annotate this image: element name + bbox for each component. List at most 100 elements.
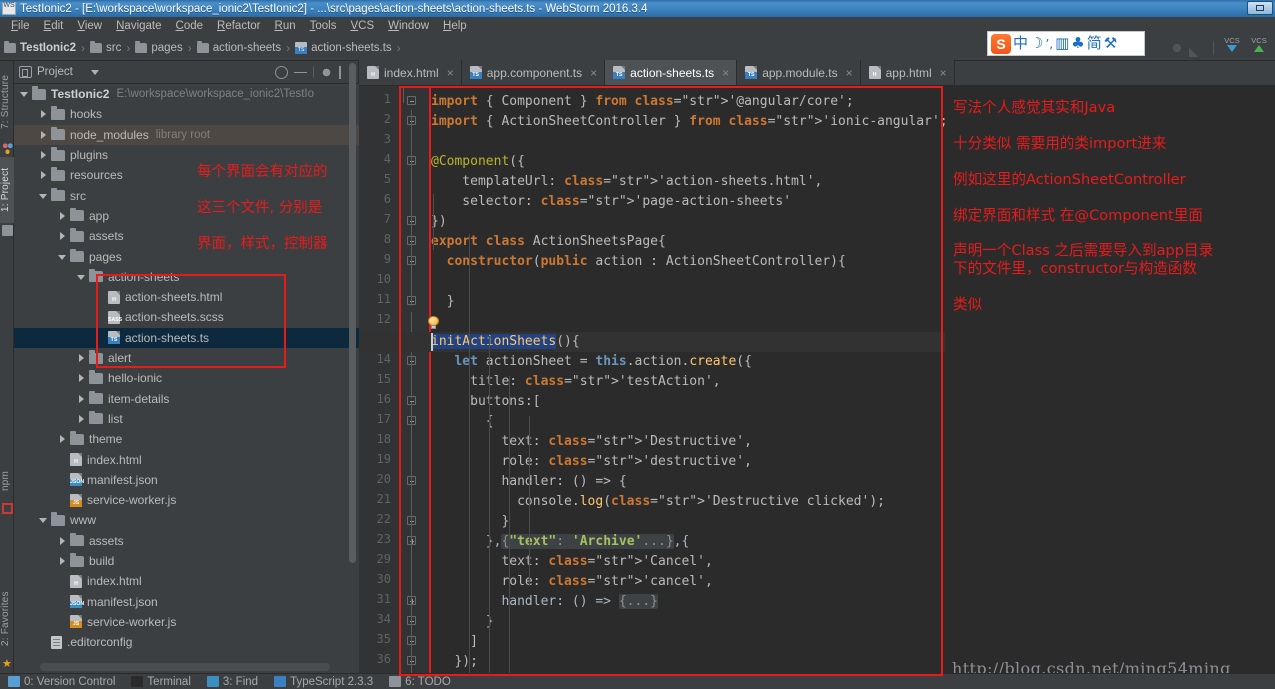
menu-item-edit[interactable]: Edit — [37, 19, 71, 33]
tree-node-action-sheets-scss[interactable]: SASS action-sheets.scss — [14, 307, 359, 327]
chevron-right-icon[interactable] — [39, 150, 49, 160]
breadcrumb-item-action-sheets[interactable]: action-sheets — [196, 40, 281, 54]
moon-icon[interactable]: ☽ — [1030, 36, 1043, 51]
chevron-down-icon[interactable] — [90, 69, 99, 75]
tool-window-tab-7--structure[interactable]: 7: Structure — [0, 63, 14, 141]
code-fold-minus-icon[interactable] — [407, 96, 416, 105]
coverage-icon[interactable] — [1189, 39, 1207, 57]
chevron-down-icon[interactable] — [39, 191, 49, 201]
settings-gear-icon[interactable] — [320, 65, 333, 79]
menu-item-view[interactable]: View — [70, 19, 109, 33]
tree-node-assets[interactable]: assets — [14, 531, 359, 551]
sogou-input-method-bar[interactable]: S 中 ☽ ʼ, ▥ ♣ 简 ⚒ — [987, 31, 1145, 56]
tree-node-build[interactable]: build — [14, 551, 359, 571]
tree-vertical-scrollbar[interactable] — [349, 63, 356, 563]
chevron-right-icon[interactable] — [39, 109, 49, 119]
chinese-mode-icon[interactable]: 中 — [1013, 36, 1028, 51]
menu-item-window[interactable]: Window — [381, 19, 436, 33]
menu-item-run[interactable]: Run — [268, 19, 303, 33]
editor-tab-index-html[interactable]: Hindex.html × — [359, 60, 462, 85]
close-icon[interactable]: × — [940, 66, 947, 80]
menu-item-refactor[interactable]: Refactor — [210, 19, 267, 33]
tree-horizontal-scrollbar[interactable] — [40, 663, 330, 671]
lightbulb-icon[interactable] — [427, 316, 440, 330]
tree-node-item-details[interactable]: item-details — [14, 389, 359, 409]
chevron-right-icon[interactable] — [58, 434, 68, 444]
editor-tab-app-module-ts[interactable]: TS app.module.ts × — [737, 60, 861, 85]
breadcrumb-item-action-sheets-ts[interactable]: action-sheets.ts — [295, 41, 392, 54]
skin-icon[interactable]: ♣ — [1071, 36, 1084, 51]
close-icon[interactable]: × — [590, 66, 597, 80]
tool-window-tab-npm[interactable]: npm — [0, 461, 14, 501]
menu-item-tools[interactable]: Tools — [303, 19, 344, 33]
tree-node-hooks[interactable]: hooks — [14, 104, 359, 124]
tree-node-service-worker-js[interactable]: JS service-worker.js — [14, 490, 359, 510]
tree-node-action-sheets-ts[interactable]: TS action-sheets.ts — [14, 327, 359, 348]
tool-window-tab-1--project[interactable]: 1: Project — [0, 157, 14, 223]
tree-node-service-worker-js[interactable]: JS service-worker.js — [14, 612, 359, 632]
chevron-right-icon[interactable] — [39, 130, 49, 140]
chevron-down-icon[interactable] — [39, 515, 49, 525]
tree-node-list[interactable]: list — [14, 409, 359, 429]
chevron-right-icon[interactable] — [77, 373, 87, 383]
tree-node-testionic2[interactable]: TestIonic2 E:\workspace\workspace_ionic2\… — [14, 84, 359, 104]
menu-item-navigate[interactable]: Navigate — [109, 19, 168, 33]
chevron-right-icon[interactable] — [58, 536, 68, 546]
status-bar[interactable]: 0: Version Control Terminal 3: Find TypeScr… — [0, 673, 1275, 689]
chevron-right-icon[interactable] — [58, 211, 68, 221]
chevron-down-icon[interactable] — [77, 272, 87, 282]
chevron-down-icon[interactable] — [58, 252, 68, 262]
chevron-right-icon[interactable] — [77, 394, 87, 404]
menu-item-help[interactable]: Help — [436, 19, 474, 33]
keyboard-icon[interactable]: ▥ — [1055, 36, 1069, 51]
tool-window-tab-2--favorites[interactable]: 2: Favorites — [0, 581, 14, 657]
tree-node--editorconfig[interactable]: .editorconfig — [14, 632, 359, 652]
chevron-down-icon[interactable] — [20, 89, 30, 99]
editor-tab-action-sheets-ts[interactable]: TS action-sheets.ts × — [605, 60, 738, 85]
vcs-commit-button[interactable]: VCS — [1247, 36, 1271, 60]
close-icon[interactable]: × — [846, 66, 853, 80]
vcs-update-project-button[interactable]: VCS — [1220, 36, 1244, 60]
chevron-right-icon[interactable] — [58, 556, 68, 566]
editor-tab-bar[interactable]: Hindex.html × TS app.component.ts × TS action-… — [359, 60, 1275, 86]
tree-node-index-html[interactable]: Hindex.html — [14, 571, 359, 591]
menu-item-file[interactable]: File — [4, 19, 37, 33]
close-icon[interactable]: × — [447, 66, 454, 80]
chevron-right-icon[interactable] — [39, 170, 49, 180]
tree-node-action-sheets-html[interactable]: Haction-sheets.html — [14, 287, 359, 307]
editor-fold-gutter[interactable] — [395, 86, 431, 673]
breadcrumb-item-src[interactable]: src — [90, 40, 121, 54]
close-icon[interactable]: × — [722, 66, 729, 80]
simplified-chinese-icon[interactable]: 简 — [1087, 36, 1102, 51]
sogou-logo-icon[interactable]: S — [991, 33, 1011, 54]
status-bar-item-0--version-control[interactable]: 0: Version Control — [8, 676, 115, 688]
tree-node-manifest-json[interactable]: JSON manifest.json — [14, 592, 359, 612]
status-bar-item-3--find[interactable]: 3: Find — [206, 676, 258, 688]
tree-node-action-sheets[interactable]: action-sheets — [14, 267, 359, 287]
project-panel-toolbar[interactable] — [275, 65, 358, 79]
punctuation-icon[interactable]: ʼ, — [1045, 38, 1053, 50]
chevron-right-icon[interactable] — [77, 353, 87, 363]
status-bar-item-typescript-2-3-3[interactable]: TypeScript 2.3.3 — [274, 676, 373, 688]
menu-item-vcs[interactable]: VCS — [343, 19, 381, 33]
tree-node-alert[interactable]: alert — [14, 348, 359, 368]
breadcrumb-item-pages[interactable]: pages — [135, 40, 183, 54]
editor-tab-app-component-ts[interactable]: TS app.component.ts × — [461, 60, 606, 85]
chevron-right-icon[interactable] — [58, 231, 68, 241]
tree-node-www[interactable]: www — [14, 510, 359, 530]
breadcrumb[interactable]: TestIonic2 › src › pages › action-sheets › actio… — [4, 40, 406, 55]
tree-node-node-modules[interactable]: node_modules library root — [14, 124, 359, 145]
chevron-right-icon[interactable] — [77, 414, 87, 424]
menu-item-code[interactable]: Code — [169, 19, 211, 33]
editor-tab-app-html[interactable]: Happ.html × — [860, 60, 955, 85]
settings-wrench-icon[interactable]: ⚒ — [1104, 36, 1117, 51]
tree-node-theme[interactable]: theme — [14, 429, 359, 449]
target-icon[interactable] — [275, 65, 288, 79]
status-bar-item-terminal[interactable]: Terminal — [131, 676, 191, 688]
breadcrumb-item-testionic2[interactable]: TestIonic2 — [4, 40, 76, 54]
window-controls[interactable] — [1247, 1, 1273, 15]
tree-node-manifest-json[interactable]: JSON manifest.json — [14, 470, 359, 490]
tree-node-hello-ionic[interactable]: hello-ionic — [14, 368, 359, 388]
vcs-toolbar[interactable]: VCS VCS — [1168, 36, 1271, 60]
collapse-all-icon[interactable] — [294, 65, 307, 79]
